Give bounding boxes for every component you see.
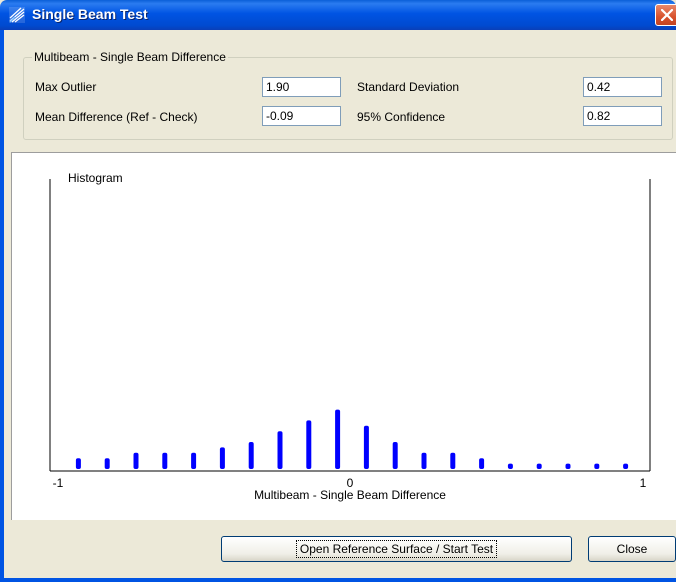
histogram-bar (277, 431, 283, 469)
groupbox-title: Multibeam - Single Beam Difference (32, 50, 228, 64)
histogram-bar (104, 458, 110, 469)
close-button-label: Close (616, 542, 648, 556)
histogram-bar (75, 458, 81, 469)
title-bar[interactable]: Single Beam Test (0, 0, 676, 30)
histogram-bar (479, 458, 485, 469)
mean-difference-field[interactable]: -0.09 (262, 106, 341, 126)
histogram-bar (162, 452, 168, 469)
histogram-bar (219, 447, 225, 469)
standard-deviation-label: Standard Deviation (357, 80, 460, 94)
max-outlier-label: Max Outlier (35, 80, 97, 94)
max-outlier-field[interactable]: 1.90 (262, 77, 341, 97)
open-reference-start-test-button[interactable]: Open Reference Surface / Start Test (221, 536, 572, 562)
histogram-bar (248, 442, 254, 469)
confidence-field[interactable]: 0.82 (583, 106, 662, 126)
window-frame-bottom (0, 578, 676, 582)
histogram-bar (363, 425, 369, 469)
histogram-panel: Histogram -1 0 1 Multibeam - Single Beam… (11, 152, 676, 520)
app-icon (9, 7, 25, 23)
histogram-bar (421, 452, 427, 469)
histogram-bar (565, 463, 571, 469)
x-axis-label: Multibeam - Single Beam Difference (254, 488, 446, 502)
x-tick-label-max: 1 (640, 476, 647, 490)
histogram-bar (536, 463, 542, 469)
histogram-bar (306, 420, 312, 469)
histogram-bar (335, 409, 341, 469)
mean-difference-label: Mean Difference (Ref - Check) (35, 110, 198, 124)
difference-groupbox (23, 57, 673, 140)
close-button[interactable]: Close (588, 536, 676, 562)
x-tick-label-min: -1 (53, 476, 64, 490)
histogram-bar (594, 463, 600, 469)
standard-deviation-field[interactable]: 0.42 (583, 77, 662, 97)
histogram-bars (75, 409, 629, 469)
close-icon (661, 9, 673, 21)
histogram-bar (392, 442, 398, 469)
confidence-label: 95% Confidence (357, 110, 446, 124)
window-close-button[interactable] (655, 4, 676, 26)
histogram-bar (507, 463, 513, 469)
histogram-bar (191, 452, 197, 469)
histogram-bar (133, 452, 139, 469)
chart-title: Histogram (68, 171, 123, 185)
window-title: Single Beam Test (32, 6, 148, 22)
window-frame-left (0, 30, 4, 582)
histogram-chart: Histogram -1 0 1 Multibeam - Single Beam… (49, 171, 651, 502)
histogram-bar (450, 452, 456, 469)
histogram-bar (623, 463, 629, 469)
start-button-label: Open Reference Surface / Start Test (295, 540, 498, 558)
